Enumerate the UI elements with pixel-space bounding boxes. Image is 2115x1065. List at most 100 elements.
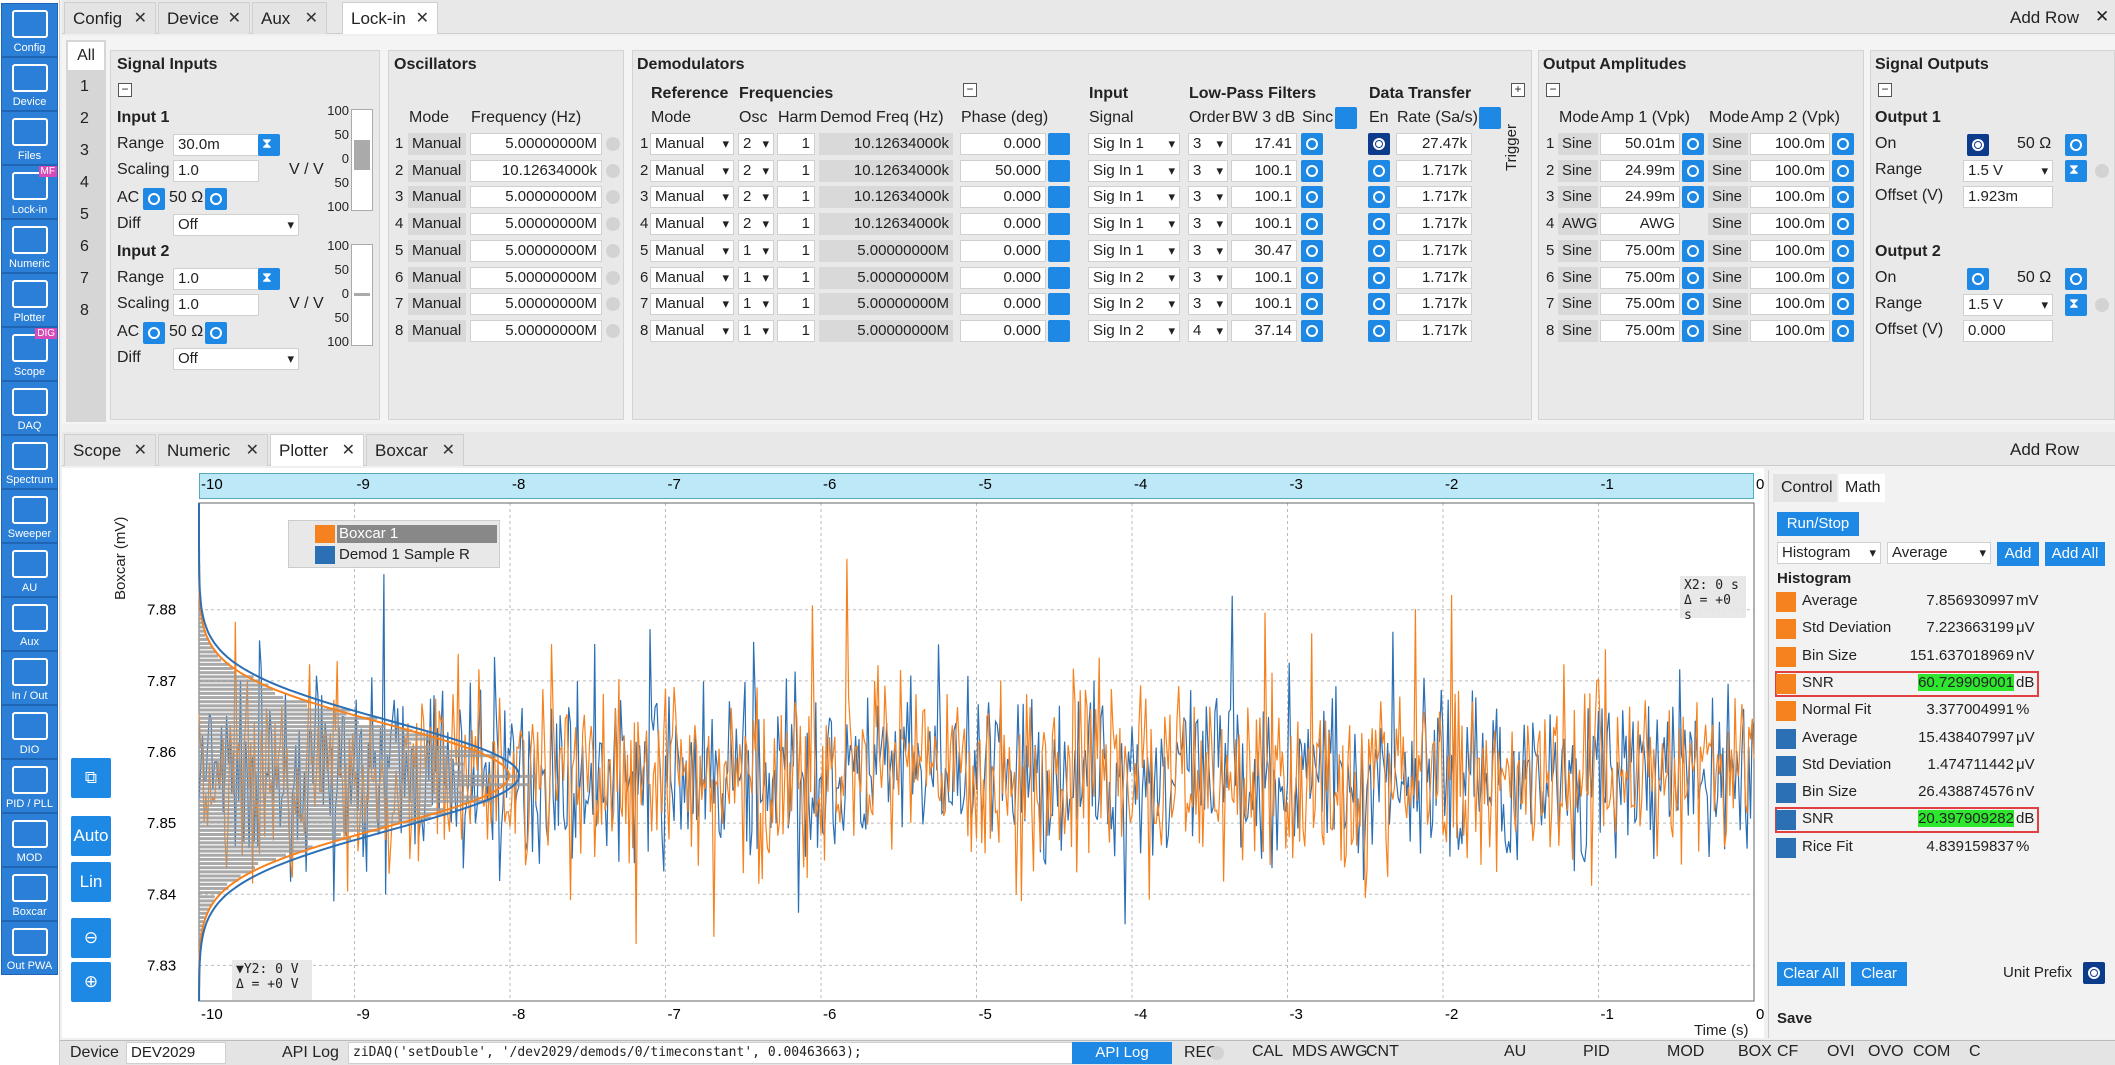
auto-scale-button[interactable]: Auto xyxy=(71,816,111,856)
tab-aux[interactable]: Aux ✕ xyxy=(252,2,327,34)
demod-phase-field[interactable]: 0.000 xyxy=(960,266,1046,289)
demod-bw-field[interactable]: 100.1 xyxy=(1231,186,1297,209)
demod-osc-select[interactable]: 2 xyxy=(738,159,774,182)
autorange-icon[interactable]: ⧗ xyxy=(2065,160,2087,182)
demod-enable-toggle[interactable] xyxy=(1368,239,1390,262)
amp2-mode[interactable]: Sine xyxy=(1708,293,1748,316)
amp1-enable-toggle[interactable] xyxy=(1682,266,1704,289)
demod-osc-select[interactable]: 1 xyxy=(738,293,774,316)
demod-harm-field[interactable]: 1 xyxy=(777,293,815,316)
demod-signal-select[interactable]: Sig In 2 xyxy=(1088,319,1180,342)
row-number[interactable]: 1 xyxy=(80,78,89,96)
amp1-mode[interactable]: Sine xyxy=(1558,239,1598,262)
demod-harm-field[interactable]: 1 xyxy=(777,319,815,342)
sidebar-item-device[interactable]: Device xyxy=(1,57,58,111)
sidebar-item-daq[interactable]: DAQ xyxy=(1,381,58,435)
50ohm-toggle[interactable] xyxy=(205,322,227,344)
autorange-icon[interactable]: ⧗ xyxy=(258,268,280,290)
close-icon[interactable]: ✕ xyxy=(134,3,147,35)
demod-enable-toggle[interactable] xyxy=(1368,213,1390,236)
demod-signal-select[interactable]: Sig In 1 xyxy=(1088,159,1180,182)
auto-phase-icon[interactable] xyxy=(1048,266,1070,289)
sidebar-item-out-pwa[interactable]: Out PWA xyxy=(1,921,58,975)
oscillator-frequency-field[interactable]: 5.00000000M xyxy=(470,293,602,316)
demod-order-select[interactable]: 3 xyxy=(1188,133,1228,155)
sidebar-item-config[interactable]: Config xyxy=(1,3,58,57)
demod-order-select[interactable]: 3 xyxy=(1188,186,1228,209)
auto-phase-icon[interactable] xyxy=(1048,319,1070,342)
amp1-mode[interactable]: AWG xyxy=(1558,213,1598,236)
amp1-mode[interactable]: Sine xyxy=(1558,133,1598,155)
sidebar-item-dio[interactable]: DIO xyxy=(1,705,58,759)
sidebar-item-lock-in[interactable]: Lock-in MF xyxy=(1,165,58,219)
close-icon[interactable]: ✕ xyxy=(305,3,318,35)
autorange-icon[interactable]: ⧗ xyxy=(2065,294,2087,316)
amp2-enable-toggle[interactable] xyxy=(1832,159,1854,182)
oscillator-mode[interactable]: Manual xyxy=(408,133,466,155)
demod-bw-field[interactable]: 100.1 xyxy=(1231,213,1297,236)
demod-mode-select[interactable]: Manual xyxy=(650,239,734,262)
output1-range-select[interactable]: 1.5 V xyxy=(1963,160,2053,182)
sidebar-item-sweeper[interactable]: Sweeper xyxy=(1,489,58,543)
oscillator-mode[interactable]: Manual xyxy=(408,266,466,289)
demod-osc-select[interactable]: 2 xyxy=(738,133,774,155)
ac-toggle[interactable] xyxy=(143,322,165,344)
tab-scope[interactable]: Scope ✕ xyxy=(64,434,156,466)
demod-mode-select[interactable]: Manual xyxy=(650,293,734,316)
demod-rate-field[interactable]: 1.717k xyxy=(1396,213,1472,236)
demod-harm-field[interactable]: 1 xyxy=(777,159,815,182)
add-row-button[interactable]: Add Row xyxy=(2010,440,2079,460)
demod-bw-field[interactable]: 100.1 xyxy=(1231,266,1297,289)
tab-lock-in[interactable]: Lock-in ✕ xyxy=(342,2,438,34)
output2-on-toggle[interactable] xyxy=(1967,268,1989,290)
demod-mode-select[interactable]: Manual xyxy=(650,186,734,209)
amp2-field[interactable]: 100.0m xyxy=(1750,186,1830,209)
row-number[interactable]: 2 xyxy=(80,110,89,128)
ac-toggle[interactable] xyxy=(143,188,165,210)
demod-bw-field[interactable]: 100.1 xyxy=(1231,159,1297,182)
row-number[interactable]: 4 xyxy=(80,174,89,192)
demod-order-select[interactable]: 3 xyxy=(1188,213,1228,236)
sidebar-item-scope[interactable]: Scope DIG xyxy=(1,327,58,381)
amp1-field[interactable]: 24.99m xyxy=(1600,159,1680,182)
oscillator-mode[interactable]: Manual xyxy=(408,186,466,209)
sidebar-item-files[interactable]: Files xyxy=(1,111,58,165)
demod-signal-select[interactable]: Sig In 1 xyxy=(1088,239,1180,262)
tab-math[interactable]: Math xyxy=(1839,474,1885,502)
demod-osc-select[interactable]: 1 xyxy=(738,239,774,262)
oscillator-frequency-field[interactable]: 5.00000000M xyxy=(470,266,602,289)
oscillator-frequency-field[interactable]: 5.00000000M xyxy=(470,186,602,209)
collapse-icon[interactable]: − xyxy=(1546,83,1560,97)
auto-phase-icon[interactable] xyxy=(1048,186,1070,209)
demod-rate-field[interactable]: 1.717k xyxy=(1396,319,1472,342)
close-icon[interactable]: ✕ xyxy=(134,435,147,467)
demod-signal-select[interactable]: Sig In 1 xyxy=(1088,213,1180,236)
demod-phase-field[interactable]: 0.000 xyxy=(960,213,1046,236)
add-button[interactable]: Add xyxy=(1997,542,2039,566)
in1-scaling-field[interactable]: 1.0 xyxy=(173,160,259,182)
demod-order-select[interactable]: 3 xyxy=(1188,159,1228,182)
autorange-icon[interactable]: ⧗ xyxy=(258,134,280,156)
collapse-icon[interactable]: − xyxy=(1878,83,1892,97)
sinc-toggle[interactable] xyxy=(1301,293,1323,316)
amp1-mode[interactable]: Sine xyxy=(1558,293,1598,316)
demod-order-select[interactable]: 4 xyxy=(1188,319,1228,342)
demod-mode-select[interactable]: Manual xyxy=(650,319,734,342)
amp1-enable-toggle[interactable] xyxy=(1682,186,1704,209)
sidebar-item-mod[interactable]: MOD xyxy=(1,813,58,867)
amp2-enable-toggle[interactable] xyxy=(1832,319,1854,342)
close-icon[interactable]: ✕ xyxy=(2095,7,2109,27)
demod-enable-toggle[interactable] xyxy=(1368,186,1390,209)
demod-phase-field[interactable]: 50.000 xyxy=(960,159,1046,182)
auto-phase-icon[interactable] xyxy=(1048,293,1070,316)
amp2-enable-toggle[interactable] xyxy=(1832,239,1854,262)
demod-phase-field[interactable]: 0.000 xyxy=(960,186,1046,209)
in1-diff-select[interactable]: Off xyxy=(173,214,299,236)
legend-entry[interactable]: Boxcar 1 xyxy=(337,525,497,543)
demod-osc-select[interactable]: 2 xyxy=(738,213,774,236)
oscillator-mode[interactable]: Manual xyxy=(408,319,466,342)
in2-diff-select[interactable]: Off xyxy=(173,348,299,370)
demod-rate-field[interactable]: 1.717k xyxy=(1396,186,1472,209)
demod-phase-field[interactable]: 0.000 xyxy=(960,293,1046,316)
amp1-enable-toggle[interactable] xyxy=(1682,239,1704,262)
